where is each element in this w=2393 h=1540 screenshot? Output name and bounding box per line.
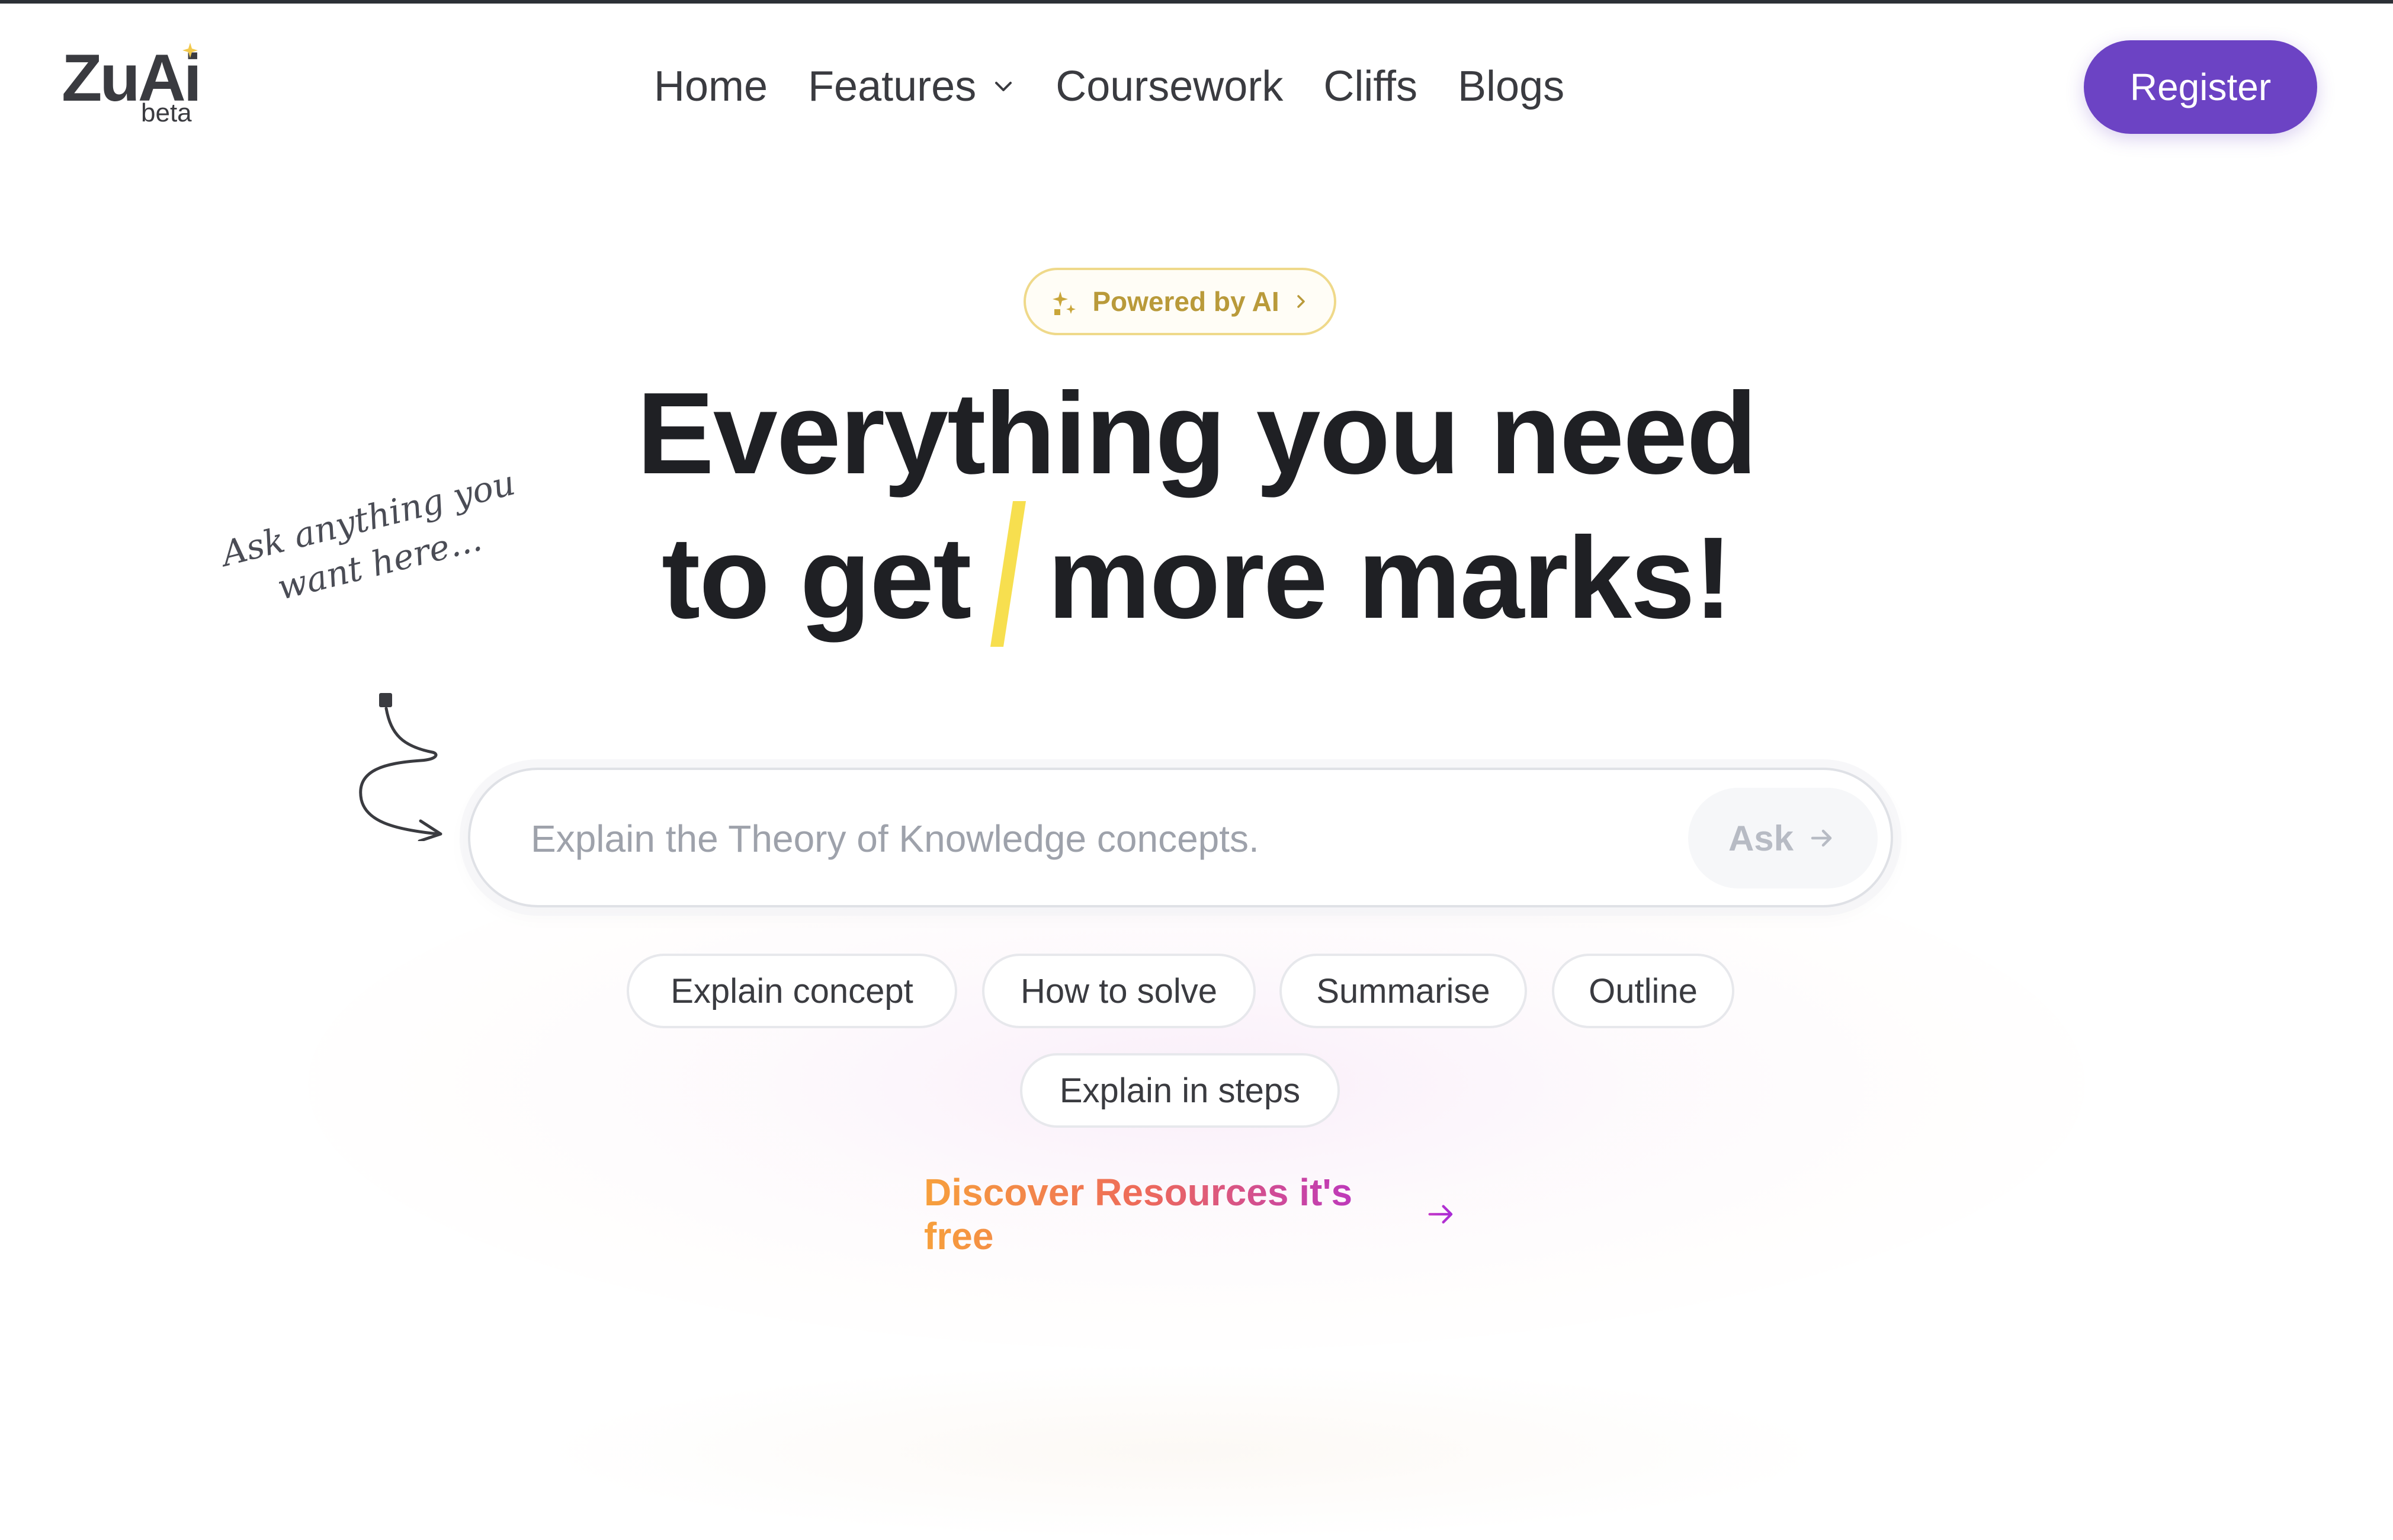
- chevron-right-icon: [1297, 295, 1305, 308]
- badge-label: Powered by AI: [1092, 286, 1279, 317]
- nav-features[interactable]: Features: [808, 62, 1015, 111]
- logo-sparkle-icon: [182, 43, 198, 58]
- ask-button[interactable]: Ask: [1688, 788, 1878, 888]
- logo-beta-tag: beta: [141, 98, 192, 127]
- discover-resources-label: Discover Resources it's free: [924, 1170, 1411, 1258]
- main-nav: Home Features Coursework Cliffs Blogs: [654, 57, 1564, 116]
- powered-by-ai-badge[interactable]: Powered by AI: [1024, 268, 1336, 335]
- ask-search-box: Ask: [468, 768, 1893, 907]
- arrow-right-icon: [1811, 829, 1832, 847]
- chip-explain-concept[interactable]: Explain concept: [627, 954, 957, 1028]
- ask-button-label: Ask: [1728, 818, 1794, 858]
- curved-arrow-icon: [359, 693, 442, 841]
- arrow-right-icon: [1428, 1205, 1453, 1224]
- register-button[interactable]: Register: [2084, 40, 2317, 134]
- hero-line-2-end: more marks!: [1047, 513, 1733, 643]
- hero-line-2-start: to get: [661, 513, 971, 643]
- sparkle-icon: [1053, 291, 1076, 315]
- nav-coursework-label: Coursework: [1056, 63, 1284, 110]
- logo[interactable]: ZuAi beta: [62, 43, 210, 131]
- ask-input[interactable]: [530, 806, 1645, 872]
- chip-outline[interactable]: Outline: [1552, 954, 1734, 1028]
- nav-cliffs[interactable]: Cliffs: [1323, 62, 1417, 111]
- nav-home-label: Home: [654, 63, 768, 110]
- background-glow-bottom: [533, 1362, 1836, 1540]
- nav-features-label: Features: [808, 63, 977, 110]
- discover-resources-link[interactable]: Discover Resources it's free: [924, 1171, 1457, 1257]
- nav-blogs-label: Blogs: [1458, 63, 1565, 110]
- top-window-border: [0, 0, 2393, 4]
- highlight-slash: [990, 501, 1026, 647]
- chevron-down-icon: [995, 82, 1012, 91]
- chip-explain-in-steps[interactable]: Explain in steps: [1020, 1053, 1340, 1128]
- nav-blogs[interactable]: Blogs: [1458, 62, 1564, 111]
- chip-summarise[interactable]: Summarise: [1279, 954, 1527, 1028]
- nav-home[interactable]: Home: [654, 62, 768, 111]
- nav-cliffs-label: Cliffs: [1323, 63, 1418, 110]
- hero-line-1: Everything you need: [637, 368, 1757, 498]
- chip-how-to-solve[interactable]: How to solve: [982, 954, 1256, 1028]
- nav-coursework[interactable]: Coursework: [1056, 62, 1283, 111]
